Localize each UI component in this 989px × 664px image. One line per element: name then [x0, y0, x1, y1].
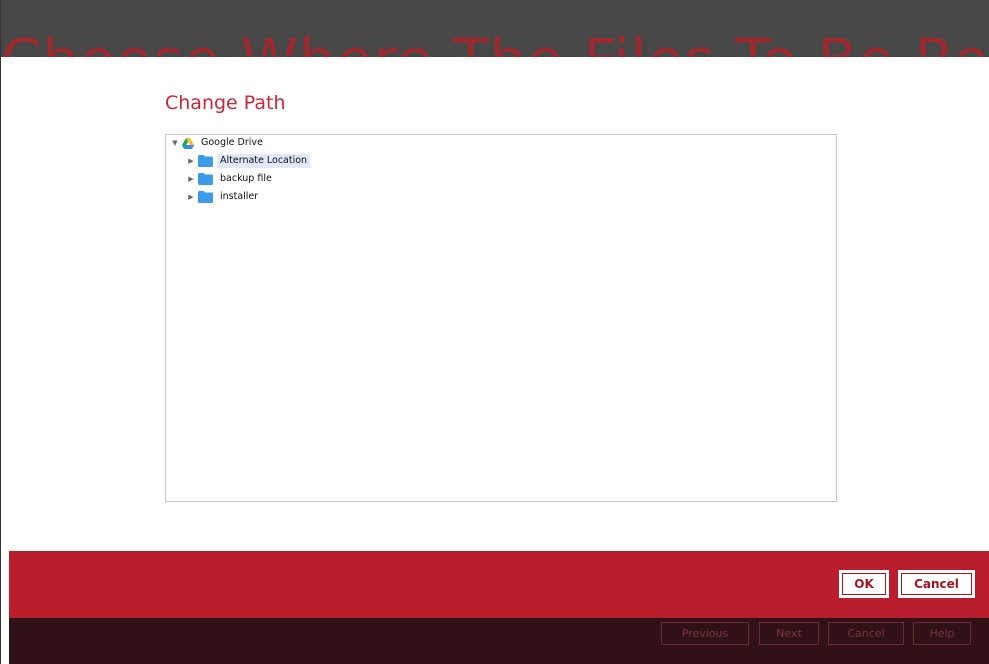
- ok-button[interactable]: OK: [839, 570, 889, 598]
- cancel-button[interactable]: Cancel: [898, 570, 975, 598]
- window-frame: Choose Where The Files To Be Restored Ch…: [0, 0, 989, 664]
- tree-item-alternate-location[interactable]: ▶ Alternate Location: [184, 154, 311, 168]
- google-drive-icon: [182, 137, 194, 149]
- collapsed-arrow-icon[interactable]: ▶: [184, 172, 198, 186]
- folder-icon: [198, 155, 213, 167]
- next-button: Next: [759, 622, 819, 645]
- folder-icon: [198, 191, 213, 203]
- tree-item-label: Google Drive: [201, 137, 263, 148]
- wizard-cancel-button: Cancel: [828, 622, 904, 645]
- tree-item-label: Alternate Location: [217, 154, 311, 168]
- wizard-header: Choose Where The Files To Be Restored: [1, 0, 989, 57]
- tree-item-label: backup file: [220, 173, 272, 184]
- expand-arrow-icon[interactable]: ▼: [168, 136, 182, 150]
- folder-tree[interactable]: ▼ Google Drive ▶ Alternate Location ▶ ba…: [165, 134, 837, 502]
- dialog-title: Change Path: [165, 92, 286, 114]
- tree-item-installer[interactable]: ▶ installer: [184, 190, 261, 204]
- tree-item-label: installer: [220, 191, 259, 202]
- folder-icon: [198, 173, 213, 185]
- tree-item-backup-file[interactable]: ▶ backup file: [184, 172, 275, 186]
- change-path-dialog: Change Path ▼ Google Drive ▶ Alternate L…: [9, 57, 989, 551]
- collapsed-arrow-icon[interactable]: ▶: [184, 190, 198, 204]
- collapsed-arrow-icon[interactable]: ▶: [184, 154, 198, 168]
- wizard-title: Choose Where The Files To Be Restored: [1, 30, 989, 57]
- tree-item-google-drive[interactable]: ▼ Google Drive: [168, 136, 266, 150]
- help-button: Help: [913, 622, 971, 645]
- previous-button: Previous: [661, 622, 749, 645]
